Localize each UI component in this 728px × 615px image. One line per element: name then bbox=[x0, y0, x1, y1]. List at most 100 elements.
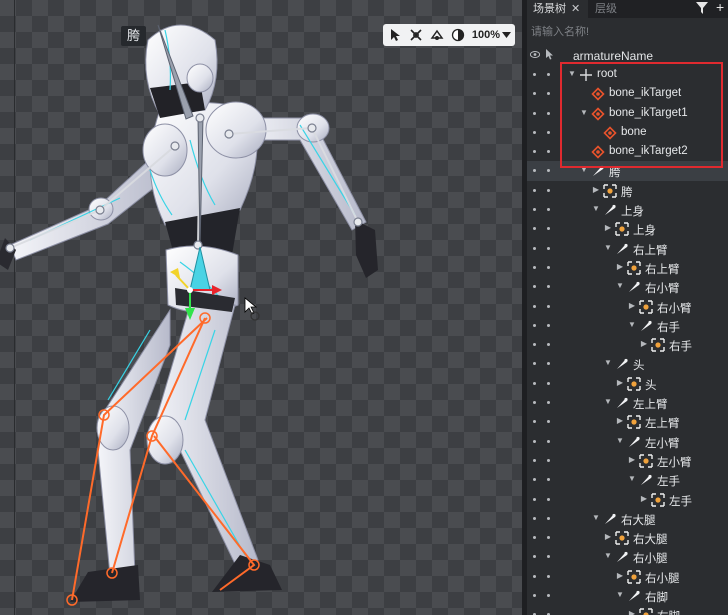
expand-arrow-down-icon[interactable]: ▼ bbox=[603, 397, 613, 406]
lock-toggle[interactable] bbox=[547, 536, 550, 540]
zoom-dropdown[interactable]: 100% bbox=[472, 29, 512, 41]
expand-arrow-right-icon[interactable]: ▶ bbox=[627, 609, 637, 615]
lock-toggle[interactable] bbox=[547, 227, 550, 231]
bone-tool-icon[interactable] bbox=[428, 26, 445, 44]
tree-row[interactable]: ▼ bone_ikTarget1 bbox=[527, 104, 728, 123]
visibility-toggle[interactable] bbox=[533, 73, 536, 76]
lock-toggle[interactable] bbox=[547, 458, 550, 462]
tree-row[interactable]: ▼ 胯 bbox=[527, 161, 728, 181]
tab-hierarchy[interactable]: 层级 bbox=[595, 0, 617, 18]
visibility-toggle[interactable] bbox=[533, 208, 536, 212]
visibility-toggle[interactable] bbox=[533, 420, 536, 424]
expand-arrow-down-icon[interactable]: ▼ bbox=[603, 358, 613, 367]
lock-toggle[interactable] bbox=[547, 304, 550, 308]
expand-arrow-down-icon[interactable]: ▼ bbox=[615, 281, 625, 290]
lock-toggle[interactable] bbox=[547, 555, 550, 559]
lock-toggle[interactable] bbox=[547, 169, 550, 173]
tree-row[interactable]: ▼ 右小腿 bbox=[527, 547, 728, 566]
lock-toggle[interactable] bbox=[547, 401, 550, 405]
expand-arrow-down-icon[interactable]: ▼ bbox=[591, 204, 601, 213]
lock-toggle[interactable] bbox=[547, 497, 550, 501]
robot-armature-figure[interactable] bbox=[0, 0, 522, 615]
expand-arrow-down-icon[interactable]: ▼ bbox=[591, 513, 601, 522]
tree-row[interactable]: ▼ 左手 bbox=[527, 470, 728, 489]
visibility-toggle[interactable] bbox=[533, 304, 536, 308]
expand-arrow-right-icon[interactable]: ▶ bbox=[627, 455, 637, 464]
lock-toggle[interactable] bbox=[547, 594, 550, 598]
transform-tool-icon[interactable] bbox=[408, 26, 425, 44]
expand-arrow-right-icon[interactable]: ▶ bbox=[603, 223, 613, 232]
visibility-toggle[interactable] bbox=[533, 343, 536, 347]
visibility-toggle[interactable] bbox=[533, 594, 536, 598]
visibility-toggle[interactable] bbox=[533, 458, 536, 462]
lock-toggle[interactable] bbox=[547, 150, 550, 154]
expand-arrow-down-icon[interactable]: ▼ bbox=[603, 243, 613, 252]
lock-toggle[interactable] bbox=[547, 362, 550, 366]
cursor-lock-icon[interactable] bbox=[545, 49, 554, 60]
expand-arrow-right-icon[interactable]: ▶ bbox=[603, 532, 613, 541]
tree-row[interactable]: ▶ 头 bbox=[527, 374, 728, 393]
visibility-toggle[interactable] bbox=[533, 246, 536, 250]
lock-toggle[interactable] bbox=[547, 265, 550, 269]
visibility-toggle[interactable] bbox=[533, 381, 536, 385]
visibility-toggle[interactable] bbox=[533, 323, 536, 327]
expand-arrow-down-icon[interactable]: ▼ bbox=[579, 165, 589, 174]
visibility-toggle[interactable] bbox=[533, 227, 536, 231]
visibility-toggle[interactable] bbox=[533, 401, 536, 405]
expand-arrow-right-icon[interactable]: ▶ bbox=[615, 571, 625, 580]
lock-toggle[interactable] bbox=[547, 188, 550, 192]
lock-toggle[interactable] bbox=[547, 130, 550, 134]
tree-row[interactable]: ▼ 右上臂 bbox=[527, 239, 728, 258]
lock-toggle[interactable] bbox=[547, 323, 550, 327]
visibility-toggle[interactable] bbox=[533, 92, 536, 96]
lock-toggle[interactable] bbox=[547, 381, 550, 385]
lock-toggle[interactable] bbox=[547, 478, 550, 482]
lock-toggle[interactable] bbox=[547, 208, 550, 212]
lock-toggle[interactable] bbox=[547, 439, 550, 443]
select-tool-icon[interactable] bbox=[387, 26, 404, 44]
lock-toggle[interactable] bbox=[547, 92, 550, 96]
tree-row[interactable]: ▶ 右小腿 bbox=[527, 567, 728, 586]
tree-row[interactable]: ▼ 右手 bbox=[527, 316, 728, 335]
expand-arrow-down-icon[interactable]: ▼ bbox=[579, 108, 589, 117]
lock-toggle[interactable] bbox=[547, 574, 550, 578]
filter-icon[interactable] bbox=[696, 2, 708, 14]
eye-icon[interactable] bbox=[530, 51, 540, 58]
tree-row[interactable]: bone_ikTarget bbox=[527, 84, 728, 103]
lock-toggle[interactable] bbox=[547, 516, 550, 520]
tree-row[interactable]: ▶ 右脚 bbox=[527, 605, 728, 615]
expand-arrow-right-icon[interactable]: ▶ bbox=[615, 378, 625, 387]
tree-row[interactable]: ▼ 右脚 bbox=[527, 586, 728, 605]
visibility-toggle[interactable] bbox=[533, 439, 536, 443]
expand-arrow-right-icon[interactable]: ▶ bbox=[639, 339, 649, 348]
expand-arrow-down-icon[interactable]: ▼ bbox=[627, 320, 637, 329]
visibility-toggle[interactable] bbox=[533, 362, 536, 366]
lock-toggle[interactable] bbox=[547, 343, 550, 347]
visibility-toggle[interactable] bbox=[533, 574, 536, 578]
tree-row[interactable]: ▶ 左小臂 bbox=[527, 451, 728, 470]
visibility-toggle[interactable] bbox=[533, 169, 536, 173]
expand-arrow-right-icon[interactable]: ▶ bbox=[615, 262, 625, 271]
expand-arrow-right-icon[interactable]: ▶ bbox=[615, 416, 625, 425]
visibility-toggle[interactable] bbox=[533, 536, 536, 540]
expand-arrow-down-icon[interactable]: ▼ bbox=[603, 551, 613, 560]
tree-row[interactable]: ▼ 右大腿 bbox=[527, 509, 728, 528]
visibility-toggle[interactable] bbox=[533, 265, 536, 269]
tree-row[interactable]: bone_ikTarget2 bbox=[527, 142, 728, 161]
scene-viewport[interactable]: 胯 100% bbox=[0, 0, 522, 615]
visibility-toggle[interactable] bbox=[533, 555, 536, 559]
tree-row[interactable]: ▶ 上身 bbox=[527, 219, 728, 238]
tree-row[interactable]: ▶ 右小臂 bbox=[527, 297, 728, 316]
tree-row[interactable]: ▶ 左上臂 bbox=[527, 412, 728, 431]
tree-row[interactable]: ▶ 右大腿 bbox=[527, 528, 728, 547]
add-icon[interactable]: + bbox=[716, 0, 724, 15]
tree-row[interactable]: ▶ 右上臂 bbox=[527, 258, 728, 277]
lock-toggle[interactable] bbox=[547, 420, 550, 424]
lock-toggle[interactable] bbox=[547, 246, 550, 250]
visibility-toggle[interactable] bbox=[533, 111, 536, 115]
expand-arrow-down-icon[interactable]: ▼ bbox=[615, 590, 625, 599]
lock-toggle[interactable] bbox=[547, 73, 550, 76]
expand-arrow-right-icon[interactable]: ▶ bbox=[639, 494, 649, 503]
tree-row[interactable]: ▼ root bbox=[527, 65, 728, 84]
visibility-toggle[interactable] bbox=[533, 188, 536, 192]
